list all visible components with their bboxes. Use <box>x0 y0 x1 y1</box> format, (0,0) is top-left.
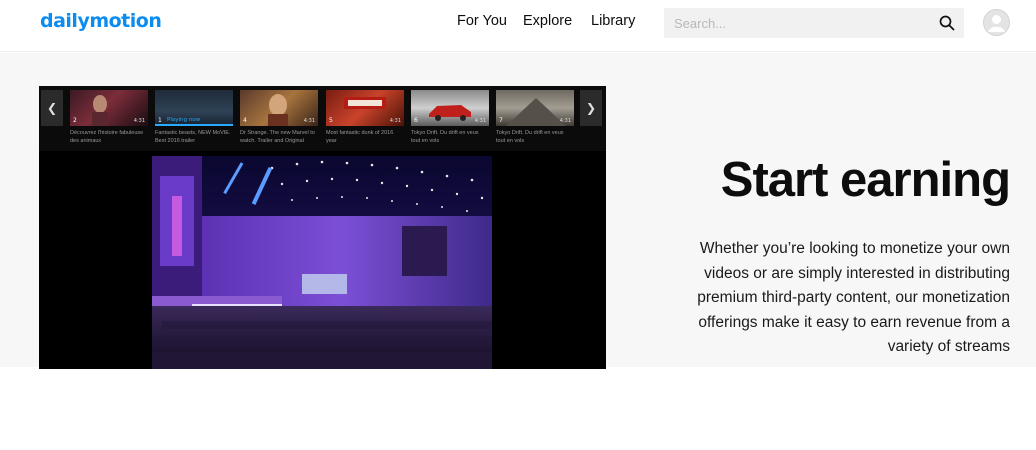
video-thumbnail[interactable]: 4 4:31 Dr Strange. The new Marvel to wat… <box>240 90 318 145</box>
thumbnail-duration: 4:31 <box>133 118 145 124</box>
thumbnail-number: 6 <box>414 117 418 124</box>
thumbnail-image: 7 4:31 <box>496 90 574 126</box>
thumbnail-number: 2 <box>73 117 77 124</box>
hero-description: Whether you’re looking to monetize your … <box>697 240 1010 355</box>
thumbnail-duration: 4:31 <box>559 118 571 124</box>
thumbnail-number: 5 <box>329 117 333 124</box>
video-thumbnail-strip: ❮ 2 4:31 Découvrez l'histoire fabuleuse … <box>39 86 606 151</box>
hero-media: ❮ 2 4:31 Découvrez l'histoire fabuleuse … <box>39 86 606 369</box>
thumbnail-duration: 4:31 <box>474 118 486 124</box>
thumbnail-image: 4 4:31 <box>240 90 318 126</box>
nav-explore[interactable]: Explore <box>523 13 572 29</box>
thumbnail-title: Découvrez l'histoire fabuleuse des anima… <box>70 130 144 144</box>
thumbnail-title: Dr Strange. The new Marvel to watch. Tra… <box>240 130 315 144</box>
thumbnail-title: Fantastic beasts, NEW MoVIE. Best 2016 t… <box>155 130 231 144</box>
search-input[interactable] <box>664 8 924 38</box>
nav-for-you[interactable]: For You <box>457 13 507 29</box>
thumbnail-title: Most fantastic dunk of 2016 year <box>326 130 394 144</box>
thumbnail-duration: 4:31 <box>389 118 401 124</box>
thumbnail-number: 4 <box>243 117 247 124</box>
hero-heading: Start earning <box>720 153 1011 207</box>
video-thumbnail[interactable]: 5 4:31 Most fantastic dunk of 2016 year <box>326 90 404 145</box>
thumbnail-image: 2 4:31 <box>70 90 148 126</box>
chevron-left-icon[interactable]: ❮ <box>41 90 63 126</box>
thumbnail-image: 5 4:31 <box>326 90 404 126</box>
video-thumbnail-playing[interactable]: 1 Playing now Fantastic beasts, NEW MoVI… <box>155 90 233 145</box>
user-avatar-icon[interactable] <box>983 9 1010 36</box>
dailymotion-logo[interactable]: dailymotion <box>40 10 162 32</box>
thumbnail-number: 1 <box>158 117 162 124</box>
nav-library[interactable]: Library <box>591 13 635 29</box>
playing-progress-bar <box>155 124 233 126</box>
search-bar <box>664 8 964 38</box>
top-header: dailymotion For You Explore Library <box>0 0 1036 52</box>
thumbnail-image: 6 4:31 <box>411 90 489 126</box>
video-thumbnail[interactable]: 2 4:31 Découvrez l'histoire fabuleuse de… <box>70 90 148 145</box>
thumbnail-title: Tokyo Drift. Du drift en veux tout en vo… <box>411 130 479 144</box>
video-thumbnail[interactable]: 6 4:31 Tokyo Drift. Du drift en veux tou… <box>411 90 489 145</box>
thumbnail-duration: 4:31 <box>303 118 315 124</box>
hero-section: ❮ 2 4:31 Découvrez l'histoire fabuleuse … <box>0 53 1036 369</box>
thumbnail-image: 1 Playing now <box>155 90 233 126</box>
playing-now-label: Playing now <box>167 117 201 123</box>
search-icon[interactable] <box>938 14 956 32</box>
chevron-right-icon[interactable]: ❯ <box>580 90 602 126</box>
conference-hall-image <box>152 156 492 369</box>
video-thumbnail[interactable]: 7 4:31 Tokyo Drift. Du drift en veux tou… <box>496 90 574 145</box>
thumbnail-title: Tokyo Drift. Du drift en veux tout en vo… <box>496 130 564 144</box>
thumbnail-number: 7 <box>499 117 503 124</box>
